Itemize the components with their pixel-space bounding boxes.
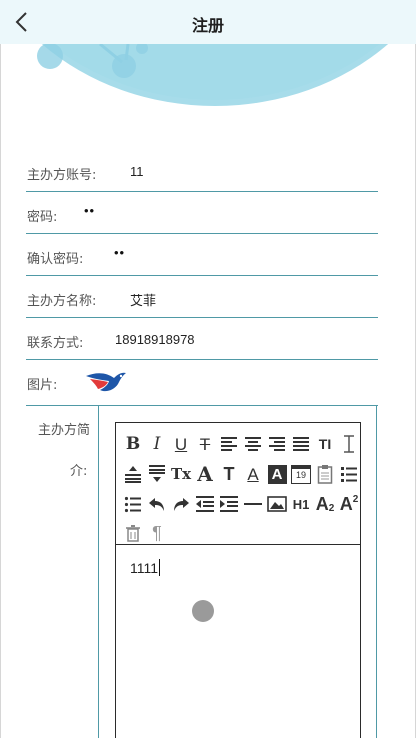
underline-icon[interactable]: U	[170, 433, 192, 455]
contact-row: 联系方式: 18918918978	[26, 318, 378, 360]
picture-row: 图片:	[26, 360, 378, 406]
bold-icon[interactable]: B	[122, 433, 144, 455]
rich-text-editor: B I U T TI Tx A T A A 19 H1 A 2 A 2 ¶ 11…	[115, 422, 361, 738]
undo-icon[interactable]	[146, 493, 168, 515]
superscript-icon[interactable]: A2	[338, 493, 360, 515]
image-icon[interactable]	[266, 493, 288, 515]
uploaded-picture[interactable]	[84, 368, 128, 396]
align-right-icon[interactable]	[266, 433, 288, 455]
align-justify-icon[interactable]	[290, 433, 312, 455]
font-color-icon[interactable]: A	[242, 463, 264, 485]
clipboard-icon[interactable]	[314, 463, 336, 485]
account-input[interactable]: 11	[130, 164, 144, 179]
background-color-icon[interactable]: A	[266, 463, 288, 485]
organizer-name-label: 主办方名称:	[27, 294, 97, 309]
text-height-icon[interactable]	[338, 433, 360, 455]
unordered-list-icon[interactable]	[122, 493, 144, 515]
organizer-name-input[interactable]: 艾菲	[130, 290, 156, 309]
horizontal-rule-icon[interactable]	[242, 493, 264, 515]
subscript-icon[interactable]: A2	[314, 493, 336, 515]
password-row: 密码: ••	[26, 192, 378, 234]
picture-label: 图片:	[27, 378, 58, 393]
account-label: 主办方账号:	[27, 168, 97, 183]
contact-label: 联系方式:	[27, 336, 84, 351]
frame-left-border	[0, 44, 1, 738]
editor-content[interactable]: 1111	[130, 559, 161, 576]
touch-indicator	[192, 600, 214, 622]
show-paragraph-icon[interactable]: ¶	[146, 522, 168, 544]
text-caret	[159, 559, 161, 576]
password-label: 密码:	[27, 210, 58, 225]
strikethrough-icon[interactable]: T	[194, 433, 216, 455]
intro-label-cont: 介:	[70, 464, 88, 479]
account-row: 主办方账号: 11	[26, 150, 378, 192]
delete-icon[interactable]	[122, 522, 144, 544]
editor-toolbar: B I U T TI Tx A T A A 19 H1 A 2 A 2 ¶	[116, 423, 360, 545]
confirm-password-input[interactable]: ••	[114, 245, 125, 260]
align-left-icon[interactable]	[218, 433, 240, 455]
paragraph-spacing-bottom-icon[interactable]	[146, 463, 168, 485]
organizer-name-row: 主办方名称: 艾菲	[26, 276, 378, 318]
indent-icon[interactable]	[218, 493, 240, 515]
intro-text: 1111	[130, 560, 159, 576]
paragraph-spacing-top-icon[interactable]	[122, 463, 144, 485]
contact-input[interactable]: 18918918978	[115, 332, 195, 347]
insert-date-icon[interactable]: 19	[290, 463, 312, 485]
password-input[interactable]: ••	[84, 203, 95, 218]
font-family-icon[interactable]: A	[194, 463, 216, 485]
align-center-icon[interactable]	[242, 433, 264, 455]
clear-format-icon[interactable]: Tx	[170, 463, 192, 485]
line-height-icon[interactable]: TI	[314, 433, 336, 455]
confirm-password-row: 确认密码: ••	[26, 234, 378, 276]
intro-label: 主办方简	[38, 423, 91, 438]
header-banner	[0, 44, 416, 108]
page-title: 注册	[191, 16, 224, 35]
heading-icon[interactable]: H1	[290, 493, 312, 515]
top-navbar: 注册	[0, 0, 416, 44]
ordered-list-icon[interactable]	[338, 463, 360, 485]
italic-icon[interactable]: I	[146, 433, 168, 455]
confirm-password-label: 确认密码:	[27, 252, 84, 267]
font-size-icon[interactable]: T	[218, 463, 240, 485]
outdent-icon[interactable]	[194, 493, 216, 515]
redo-icon[interactable]	[170, 493, 192, 515]
